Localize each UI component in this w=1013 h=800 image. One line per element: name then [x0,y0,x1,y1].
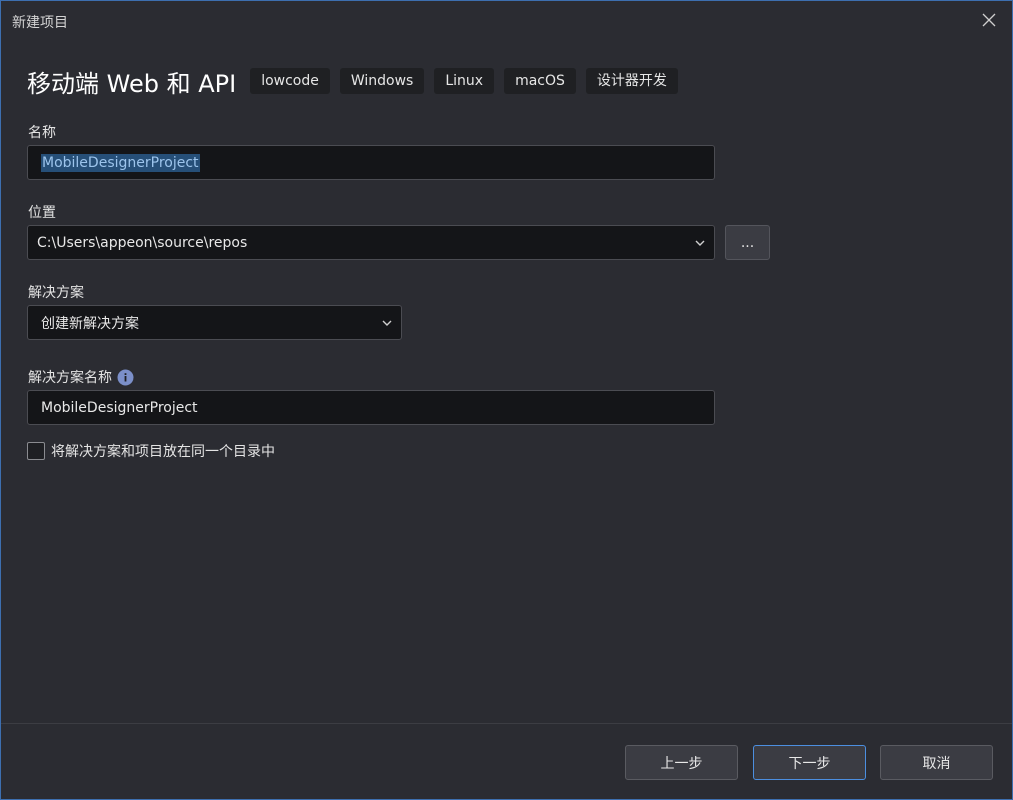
name-label-text: 名称 [28,125,56,141]
solution-name-label: 解决方案名称 [28,367,134,387]
info-icon[interactable] [117,369,134,386]
tag-lowcode: lowcode [250,68,330,94]
solution-name-input[interactable]: MobileDesignerProject [27,390,715,425]
solution-name-value: MobileDesignerProject [41,399,198,416]
title-bar: 新建项目 [1,1,1012,39]
location-combobox[interactable]: C:\Users\appeon\source\repos [27,225,715,260]
tag-macos: macOS [504,68,576,94]
location-label: 位置 [28,202,56,222]
solution-label-text: 解决方案 [28,285,84,301]
template-title: 移动端 Web 和 API [27,69,237,98]
project-name-value: MobileDesignerProject [41,153,200,172]
project-name-input[interactable]: MobileDesignerProject [27,145,715,180]
template-header: 移动端 Web 和 API lowcode Windows Linux macO… [27,63,688,99]
location-value: C:\Users\appeon\source\repos [37,234,248,251]
close-button[interactable] [974,6,1004,34]
solution-name-label-text: 解决方案名称 [28,370,112,386]
tag-linux: Linux [434,68,495,94]
location-label-text: 位置 [28,205,56,221]
back-button-label: 上一步 [660,755,703,772]
tag-windows: Windows [339,68,425,94]
new-project-dialog: 新建项目 移动端 Web 和 API lowcode Windows Linux… [0,0,1013,800]
next-button-label: 下一步 [788,755,831,772]
next-button[interactable]: 下一步 [753,745,866,780]
solution-label: 解决方案 [28,282,84,302]
browse-button-label: ... [740,234,755,251]
same-directory-checkbox[interactable] [27,442,45,460]
chevron-down-icon[interactable] [694,238,706,248]
solution-value: 创建新解决方案 [41,315,139,332]
solution-select[interactable]: 创建新解决方案 [27,305,402,340]
chevron-down-icon[interactable] [381,318,393,328]
same-directory-label: 将解决方案和项目放在同一个目录中 [51,444,275,460]
cancel-button[interactable]: 取消 [880,745,993,780]
footer-divider [1,723,1012,724]
back-button[interactable]: 上一步 [625,745,738,780]
cancel-button-label: 取消 [922,755,951,772]
close-icon [982,13,996,27]
browse-button[interactable]: ... [725,225,770,260]
window-title: 新建项目 [12,15,68,31]
same-directory-option[interactable]: 将解决方案和项目放在同一个目录中 [27,441,275,461]
tag-designer-dev: 设计器开发 [585,68,678,94]
name-label: 名称 [28,122,56,142]
